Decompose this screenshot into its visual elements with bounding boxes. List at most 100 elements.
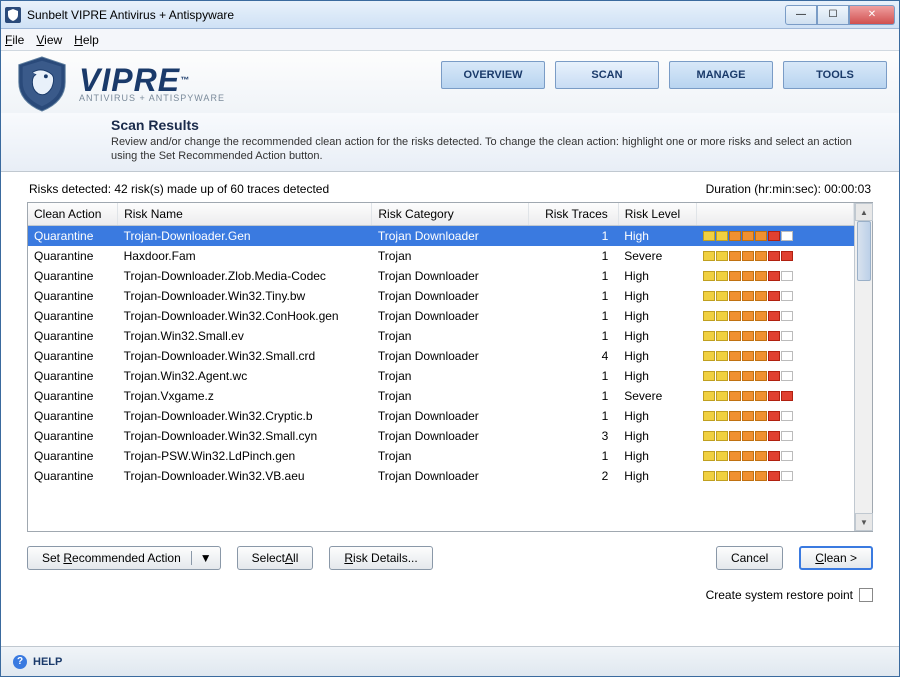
table-row[interactable]: QuarantineHaxdoor.FamTrojan1Severe: [28, 246, 854, 266]
cell-traces: 1: [529, 286, 619, 306]
table-row[interactable]: QuarantineTrojan-PSW.Win32.LdPinch.genTr…: [28, 446, 854, 466]
table-row[interactable]: QuarantineTrojan-Downloader.Win32.Small.…: [28, 426, 854, 446]
cell-category: Trojan Downloader: [372, 346, 529, 366]
col-risk-bar[interactable]: [697, 203, 854, 226]
cell-action: Quarantine: [28, 266, 118, 286]
tab-scan[interactable]: SCAN: [555, 61, 659, 89]
help-link[interactable]: HELP: [33, 656, 62, 668]
table-row[interactable]: QuarantineTrojan-Downloader.Win32.VB.aeu…: [28, 466, 854, 486]
table-row[interactable]: QuarantineTrojan-Downloader.Win32.Small.…: [28, 346, 854, 366]
cell-action: Quarantine: [28, 286, 118, 306]
set-recommended-action-button[interactable]: Set Recommended Action ▼: [27, 546, 221, 570]
cell-level: Severe: [618, 386, 696, 406]
risk-level-bar: [703, 411, 848, 421]
table-header-row: Clean Action Risk Name Risk Category Ris…: [28, 203, 854, 226]
restore-checkbox[interactable]: [859, 588, 873, 602]
sub-header: Scan Results Review and/or change the re…: [1, 113, 899, 172]
scroll-down-icon[interactable]: ▼: [855, 513, 873, 531]
restore-row: Create system restore point: [1, 570, 899, 602]
col-risk-level[interactable]: Risk Level: [618, 203, 696, 226]
cell-level: High: [618, 466, 696, 486]
titlebar[interactable]: Sunbelt VIPRE Antivirus + Antispyware — …: [1, 1, 899, 29]
select-all-button[interactable]: Select All: [237, 546, 314, 570]
cell-action: Quarantine: [28, 366, 118, 386]
table-row[interactable]: QuarantineTrojan-Downloader.Win32.Crypti…: [28, 406, 854, 426]
cell-category: Trojan: [372, 446, 529, 466]
cell-action: Quarantine: [28, 426, 118, 446]
table-row[interactable]: QuarantineTrojan-Downloader.GenTrojan Do…: [28, 226, 854, 247]
cell-level: Severe: [618, 246, 696, 266]
risk-level-bar: [703, 371, 848, 381]
risk-level-bar: [703, 331, 848, 341]
cell-category: Trojan: [372, 366, 529, 386]
cell-traces: 1: [529, 266, 619, 286]
cancel-button[interactable]: Cancel: [716, 546, 783, 570]
cell-risk-name: Trojan.Vxgame.z: [118, 386, 372, 406]
cell-risk-name: Haxdoor.Fam: [118, 246, 372, 266]
cell-traces: 1: [529, 226, 619, 247]
scroll-up-icon[interactable]: ▲: [855, 203, 873, 221]
cell-traces: 1: [529, 366, 619, 386]
cell-traces: 1: [529, 446, 619, 466]
cell-action: Quarantine: [28, 326, 118, 346]
col-risk-category[interactable]: Risk Category: [372, 203, 529, 226]
tab-overview[interactable]: OVERVIEW: [441, 61, 545, 89]
risk-details-button[interactable]: Risk Details...: [329, 546, 432, 570]
cell-traces: 2: [529, 466, 619, 486]
col-clean-action[interactable]: Clean Action: [28, 203, 118, 226]
menu-view[interactable]: View: [36, 33, 62, 47]
menu-help[interactable]: Help: [74, 33, 99, 47]
cell-action: Quarantine: [28, 446, 118, 466]
cell-action: Quarantine: [28, 346, 118, 366]
cell-category: Trojan Downloader: [372, 426, 529, 446]
cell-action: Quarantine: [28, 246, 118, 266]
risk-level-bar: [703, 311, 848, 321]
table-row[interactable]: QuarantineTrojan-Downloader.Win32.ConHoo…: [28, 306, 854, 326]
risk-level-bar: [703, 251, 848, 261]
scroll-thumb[interactable]: [857, 221, 871, 281]
menu-file[interactable]: File: [5, 33, 24, 47]
minimize-button[interactable]: —: [785, 5, 817, 25]
cell-traces: 1: [529, 246, 619, 266]
table-row[interactable]: QuarantineTrojan.Win32.Agent.wcTrojan1Hi…: [28, 366, 854, 386]
cell-traces: 1: [529, 386, 619, 406]
cell-risk-name: Trojan.Win32.Agent.wc: [118, 366, 372, 386]
close-button[interactable]: ✕: [849, 5, 895, 25]
app-icon: [5, 7, 21, 23]
stats-row: Risks detected: 42 risk(s) made up of 60…: [1, 172, 899, 202]
cell-traces: 3: [529, 426, 619, 446]
cell-level: High: [618, 326, 696, 346]
tab-manage[interactable]: MANAGE: [669, 61, 773, 89]
tab-tools[interactable]: TOOLS: [783, 61, 887, 89]
cell-action: Quarantine: [28, 466, 118, 486]
risk-level-bar: [703, 351, 848, 361]
cell-level: High: [618, 266, 696, 286]
cell-action: Quarantine: [28, 226, 118, 247]
cell-risk-name: Trojan-Downloader.Zlob.Media-Codec: [118, 266, 372, 286]
table-row[interactable]: QuarantineTrojan.Win32.Small.evTrojan1Hi…: [28, 326, 854, 346]
risk-level-bar: [703, 391, 848, 401]
footer: ? HELP: [1, 646, 899, 676]
table-row[interactable]: QuarantineTrojan.Vxgame.zTrojan1Severe: [28, 386, 854, 406]
table-row[interactable]: QuarantineTrojan-Downloader.Win32.Tiny.b…: [28, 286, 854, 306]
risk-level-bar: [703, 271, 848, 281]
risks-detected: Risks detected: 42 risk(s) made up of 60…: [29, 182, 329, 196]
vertical-scrollbar[interactable]: ▲ ▼: [854, 203, 872, 531]
cell-traces: 1: [529, 406, 619, 426]
clean-button[interactable]: Clean >: [799, 546, 873, 570]
col-risk-name[interactable]: Risk Name: [118, 203, 372, 226]
cell-risk-name: Trojan-Downloader.Win32.Tiny.bw: [118, 286, 372, 306]
cell-risk-name: Trojan.Win32.Small.ev: [118, 326, 372, 346]
nav-tabs: OVERVIEW SCAN MANAGE TOOLS: [441, 55, 887, 89]
dropdown-arrow-icon[interactable]: ▼: [191, 551, 220, 565]
col-risk-traces[interactable]: Risk Traces: [529, 203, 619, 226]
help-icon[interactable]: ?: [13, 655, 27, 669]
cell-action: Quarantine: [28, 406, 118, 426]
risk-level-bar: [703, 291, 848, 301]
maximize-button[interactable]: ☐: [817, 5, 849, 25]
table-row[interactable]: QuarantineTrojan-Downloader.Zlob.Media-C…: [28, 266, 854, 286]
cell-category: Trojan Downloader: [372, 466, 529, 486]
shield-icon: [13, 55, 71, 113]
action-buttons: Set Recommended Action ▼ Select All Risk…: [1, 532, 899, 570]
cell-category: Trojan: [372, 326, 529, 346]
